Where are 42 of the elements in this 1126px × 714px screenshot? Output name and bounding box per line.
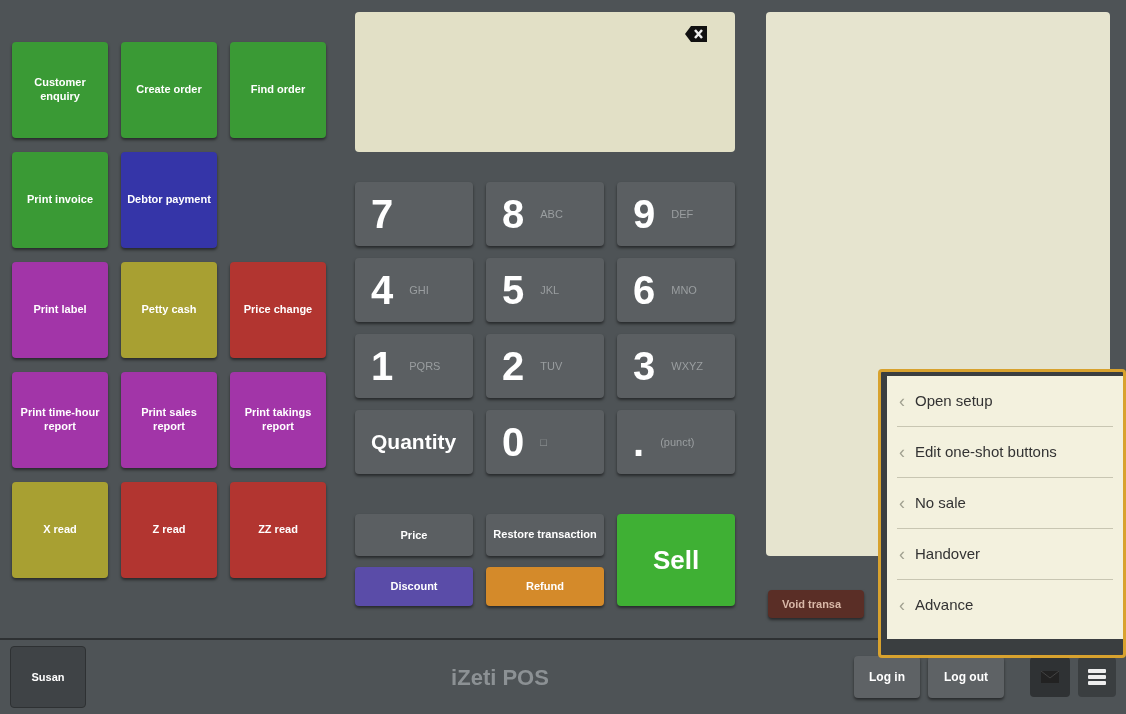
function-button[interactable]: Price change xyxy=(230,262,326,358)
function-button[interactable]: Debtor payment xyxy=(121,152,217,248)
keypad-key[interactable]: 4 GHI xyxy=(355,258,473,322)
function-button[interactable]: Find order xyxy=(230,42,326,138)
log-out-button[interactable]: Log out xyxy=(928,656,1004,698)
function-button[interactable]: Print sales report xyxy=(121,372,217,468)
discount-button[interactable]: Discount xyxy=(355,567,473,606)
function-button[interactable]: Print takings report xyxy=(230,372,326,468)
user-button[interactable]: Susan xyxy=(10,646,86,708)
menu-button[interactable] xyxy=(1078,657,1116,697)
keypad-key[interactable]: 0 □ xyxy=(486,410,604,474)
menu-item[interactable]: ‹ Handover xyxy=(897,529,1113,580)
messages-button[interactable] xyxy=(1030,657,1070,697)
brand-logo-text: iZeti POS xyxy=(451,663,549,692)
menu-item[interactable]: ‹ Advance xyxy=(897,580,1113,631)
price-button[interactable]: Price xyxy=(355,514,473,556)
function-button[interactable]: Create order xyxy=(121,42,217,138)
log-in-button[interactable]: Log in xyxy=(854,656,920,698)
keypad-key[interactable]: 7 xyxy=(355,182,473,246)
keypad-key[interactable]: 3 WXYZ xyxy=(617,334,735,398)
keypad-key[interactable]: 8 ABC xyxy=(486,182,604,246)
keypad-key[interactable]: 1 PQRS xyxy=(355,334,473,398)
restore-transaction-button[interactable]: Restore transaction xyxy=(486,514,604,556)
menu-icon xyxy=(1088,668,1106,686)
menu-item[interactable]: ‹ No sale xyxy=(897,478,1113,529)
function-button[interactable]: Customer enquiry xyxy=(12,42,108,138)
keypad-key[interactable]: Quantity xyxy=(355,410,473,474)
menu-item[interactable]: ‹ Open setup xyxy=(897,376,1113,427)
keypad-key[interactable]: 6 MNO xyxy=(617,258,735,322)
keypad-key[interactable]: 5 JKL xyxy=(486,258,604,322)
keypad-key[interactable]: 2 TUV xyxy=(486,334,604,398)
function-button[interactable]: ZZ read xyxy=(230,482,326,578)
function-button[interactable]: Print time-hour report xyxy=(12,372,108,468)
envelope-icon xyxy=(1041,671,1059,683)
keypad-key[interactable]: . (punct) xyxy=(617,410,735,474)
function-button[interactable]: Print label xyxy=(12,262,108,358)
menu-item[interactable]: ‹ Edit one-shot buttons xyxy=(897,427,1113,478)
keypad-key[interactable]: 9 DEF xyxy=(617,182,735,246)
void-transaction-button[interactable]: Void transa xyxy=(768,590,864,618)
backspace-icon[interactable] xyxy=(685,26,707,42)
function-button[interactable]: Z read xyxy=(121,482,217,578)
function-button[interactable]: Print invoice xyxy=(12,152,108,248)
